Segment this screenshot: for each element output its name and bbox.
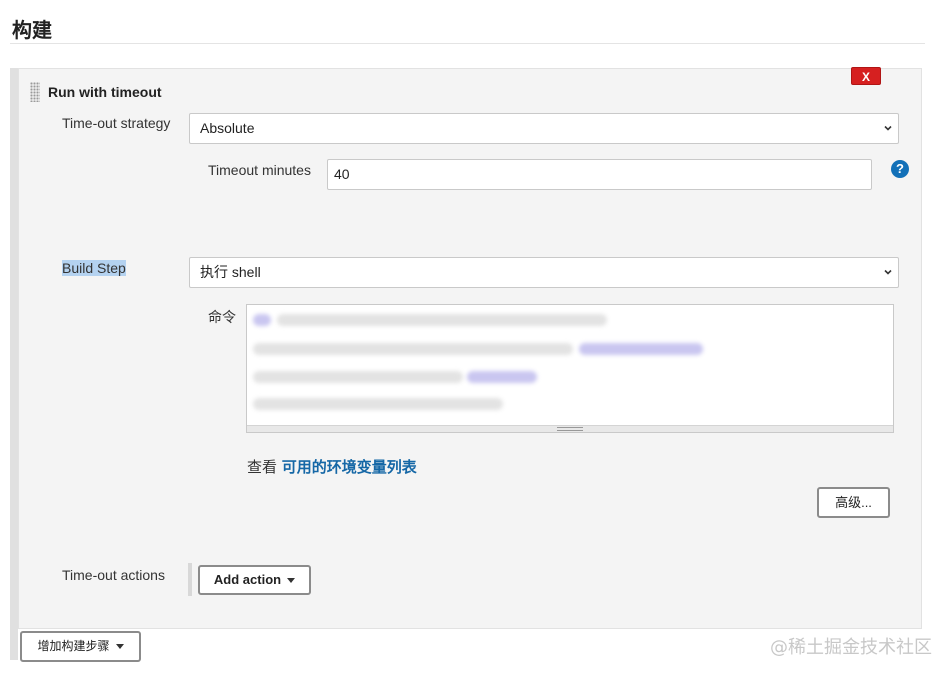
add-action-button[interactable]: Add action — [198, 565, 311, 595]
command-label: 命令 — [208, 310, 236, 326]
env-vars-prefix: 查看 — [247, 458, 278, 476]
timeout-actions-label: Time-out actions — [62, 567, 165, 583]
timeout-strategy-label: Time-out strategy — [62, 115, 171, 131]
action-indent-bar — [188, 563, 192, 596]
build-step-label: Build Step — [62, 260, 126, 276]
code-line-2 — [253, 340, 713, 358]
section-divider — [10, 43, 925, 44]
timeout-minutes-label: Timeout minutes — [208, 162, 311, 178]
advanced-button[interactable]: 高级... — [817, 487, 890, 518]
add-action-label: Add action — [213, 572, 282, 587]
code-line-4 — [253, 395, 523, 413]
command-textarea[interactable] — [246, 304, 894, 433]
code-line-3 — [253, 368, 553, 386]
code-line-1 — [253, 311, 613, 329]
section-title: 构建 — [12, 18, 52, 42]
build-step-label-text: Build Step — [62, 260, 126, 276]
env-vars-line: 查看 可用的环境变量列表 — [247, 456, 417, 477]
help-icon[interactable]: ? — [891, 160, 909, 178]
env-vars-link[interactable]: 可用的环境变量列表 — [282, 458, 417, 476]
step-title: Run with timeout — [48, 84, 162, 100]
watermark: @稀土掘金技术社区 — [770, 637, 932, 658]
delete-step-button[interactable]: X — [851, 67, 881, 85]
timeout-minutes-input[interactable]: 40 — [327, 159, 872, 190]
add-build-step-button[interactable]: 增加构建步骤 — [20, 631, 141, 662]
build-step-value: 执行 shell — [200, 264, 261, 280]
chevron-down-icon — [884, 269, 892, 275]
textarea-resize-handle[interactable] — [247, 425, 893, 432]
outer-left-bar — [10, 68, 18, 660]
caret-down-icon — [115, 644, 124, 649]
timeout-strategy-select[interactable]: Absolute — [189, 113, 899, 144]
add-build-step-label: 增加构建步骤 — [37, 639, 110, 653]
caret-down-icon — [287, 578, 296, 584]
drag-handle-icon[interactable] — [30, 82, 40, 102]
build-step-select[interactable]: 执行 shell — [189, 257, 899, 288]
chevron-down-icon — [884, 125, 892, 131]
timeout-strategy-value: Absolute — [200, 120, 255, 136]
